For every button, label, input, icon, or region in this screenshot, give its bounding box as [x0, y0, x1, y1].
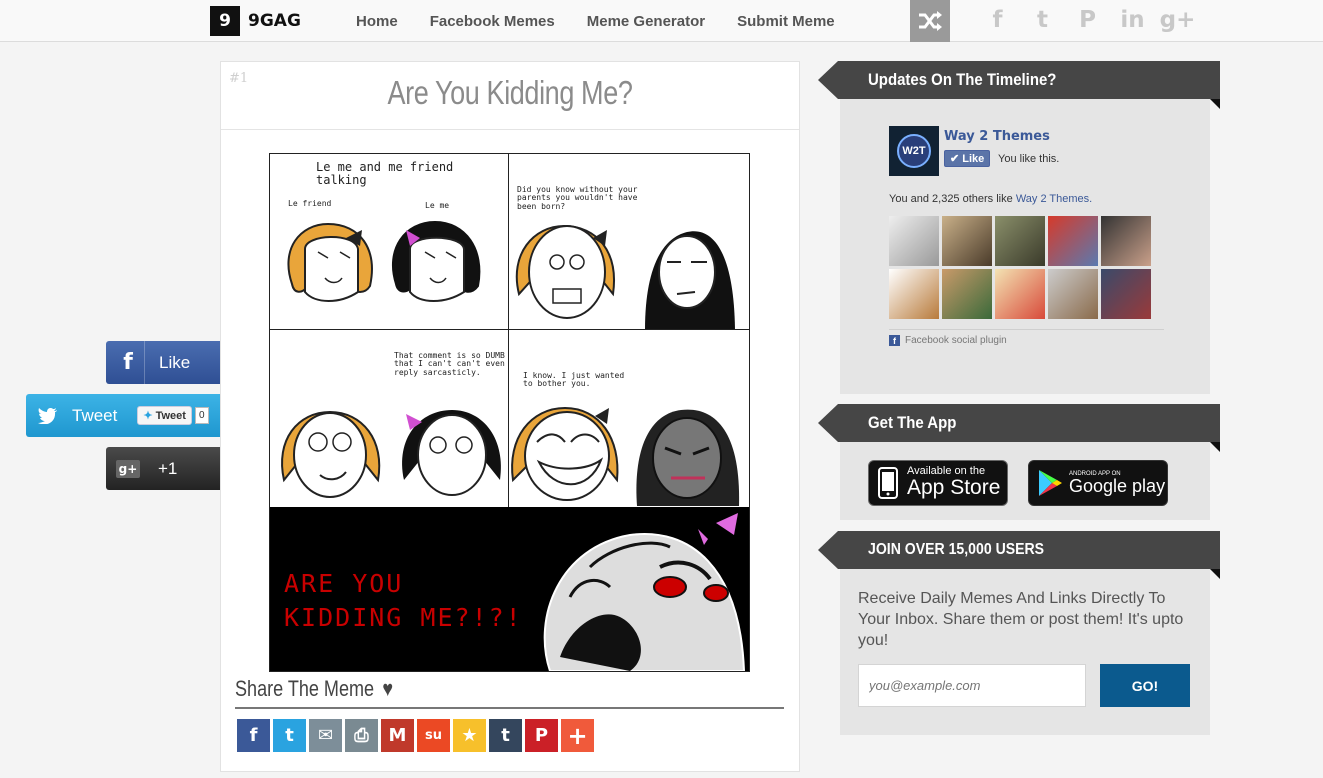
- facebook-share-button[interactable]: f: [237, 719, 270, 752]
- floating-plus-one-label: +1: [158, 458, 178, 478]
- facebook-icon: f: [889, 335, 900, 346]
- avatar[interactable]: [942, 269, 992, 319]
- twitter-bird-icon: [32, 407, 64, 424]
- pinterest-share-button[interactable]: P: [525, 719, 558, 752]
- facebook-like-button[interactable]: ✔ Like: [944, 150, 991, 167]
- divider: [221, 129, 799, 130]
- floating-tweet-label: Tweet: [72, 405, 118, 425]
- more-share-button[interactable]: +: [561, 719, 594, 752]
- comic-panel-5: ARE YOU KIDDING ME?!?!: [270, 507, 749, 671]
- widget-title: Updates On The Timeline?: [868, 70, 1057, 89]
- facebook-page-name[interactable]: Way 2 Themes: [944, 129, 1050, 144]
- logo-mark-icon: 9: [210, 6, 240, 36]
- shuffle-button[interactable]: [910, 0, 950, 42]
- tweet-mini-button[interactable]: ✦ Tweet: [137, 406, 192, 425]
- app-store-button[interactable]: Available on the App Store: [868, 460, 1008, 506]
- google-plus-icon[interactable]: g+: [1155, 7, 1200, 33]
- post-number: #1: [229, 71, 249, 86]
- avatar[interactable]: [995, 216, 1045, 266]
- google-plus-icon: g+: [112, 459, 144, 478]
- newsletter-description: Receive Daily Memes And Links Directly T…: [858, 590, 1184, 649]
- meme-image[interactable]: Le me and me friend talking Le friend Le…: [269, 153, 750, 672]
- floating-google-plus-button[interactable]: g+ +1: [106, 447, 220, 490]
- share-buttons-row: f t ✉ ⎙ M su ★ t P +: [237, 719, 597, 752]
- avatar[interactable]: [995, 269, 1045, 319]
- twitter-share-button[interactable]: t: [273, 719, 306, 752]
- main-nav: Home Facebook Memes Meme Generator Submi…: [340, 0, 851, 42]
- shuffle-icon: [919, 11, 942, 31]
- widget-header: Get The App: [818, 404, 1220, 452]
- pinterest-icon[interactable]: P: [1065, 7, 1110, 33]
- avatar[interactable]: [1101, 269, 1151, 319]
- top-navbar: 9 9GAG Home Facebook Memes Meme Generato…: [0, 0, 1323, 42]
- avatar[interactable]: [942, 216, 992, 266]
- tweet-count: 0: [194, 407, 209, 424]
- comic-panel-3: That comment is so DUMB that I can't can…: [270, 330, 509, 507]
- nav-meme-generator[interactable]: Meme Generator: [571, 13, 721, 30]
- comic-panel-4: I know. I just wanted to bother you.: [509, 330, 749, 507]
- facebook-page-avatar[interactable]: W2T: [889, 126, 939, 176]
- linkedin-icon[interactable]: in: [1110, 7, 1155, 33]
- divider: [144, 341, 145, 384]
- favorite-share-button[interactable]: ★: [453, 719, 486, 752]
- google-play-icon: [1039, 470, 1062, 496]
- avatar[interactable]: [1048, 269, 1098, 319]
- nav-submit-meme[interactable]: Submit Meme: [721, 13, 851, 30]
- twitter-bird-icon: ✦: [143, 410, 153, 422]
- heart-icon: ♥: [382, 676, 394, 701]
- email-share-button[interactable]: ✉: [309, 719, 342, 752]
- comic-panel-1: Le me and me friend talking Le friend Le…: [270, 154, 509, 330]
- stumbleupon-share-button[interactable]: su: [417, 719, 450, 752]
- likes-count-text: You and 2,325 others like Way 2 Themes.: [889, 193, 1093, 205]
- facebook-icon: f: [123, 350, 133, 375]
- rage-faces-drawing: [515, 224, 735, 329]
- tumblr-share-button[interactable]: t: [489, 719, 522, 752]
- rage-face-drawing: [543, 513, 746, 671]
- gmail-share-button[interactable]: M: [381, 719, 414, 752]
- twitter-icon[interactable]: t: [1020, 7, 1065, 33]
- avatar[interactable]: [889, 216, 939, 266]
- widget-header: JOIN OVER 15,000 USERS: [818, 531, 1220, 579]
- fan-avatars-grid: [889, 216, 1154, 322]
- you-like-text: You like this.: [998, 153, 1060, 165]
- w2t-logo-icon: W2T: [897, 134, 931, 168]
- avatar[interactable]: [1048, 216, 1098, 266]
- site-logo[interactable]: 9 9GAG: [210, 6, 301, 36]
- google-play-button[interactable]: ANDROID APP ON Google play: [1028, 460, 1168, 506]
- post-title[interactable]: Are You Kidding Me?: [273, 74, 747, 112]
- rage-faces-drawing: [287, 220, 481, 302]
- widget-title: JOIN OVER 15,000 USERS: [868, 541, 1045, 558]
- share-heading: Share The Meme ♥: [235, 676, 394, 701]
- avatar[interactable]: [889, 269, 939, 319]
- rage-faces-drawing: [281, 410, 501, 498]
- floating-like-label: Like: [159, 352, 191, 372]
- floating-tweet-button[interactable]: Tweet ✦ Tweet 0: [26, 394, 220, 437]
- nav-facebook-memes[interactable]: Facebook Memes: [414, 13, 571, 30]
- tweet-mini-label: Tweet: [155, 409, 186, 422]
- comic-panel-2: Did you know without your parents you wo…: [509, 154, 749, 330]
- email-input[interactable]: [858, 664, 1086, 707]
- facebook-icon[interactable]: f: [975, 7, 1020, 33]
- widget-header: Updates On The Timeline?: [818, 61, 1220, 109]
- page-link[interactable]: Way 2 Themes.: [1016, 193, 1092, 205]
- meme-post-card: #1 Are You Kidding Me? Le me and me frie…: [220, 61, 800, 772]
- divider: [889, 329, 1164, 330]
- phone-icon: [878, 467, 898, 499]
- subscribe-button[interactable]: GO!: [1100, 664, 1190, 707]
- floating-facebook-like-button[interactable]: f Like: [106, 341, 220, 384]
- print-share-button[interactable]: ⎙: [345, 719, 378, 752]
- avatar[interactable]: [1101, 216, 1151, 266]
- check-icon: ✔: [950, 153, 963, 165]
- rage-faces-drawing: [511, 406, 740, 506]
- logo-text: 9GAG: [248, 11, 301, 31]
- divider: [235, 707, 784, 709]
- header-social-links: f t P in g+: [975, 7, 1200, 33]
- widget-title: Get The App: [868, 413, 957, 432]
- facebook-social-plugin-label[interactable]: f Facebook social plugin: [889, 335, 1007, 346]
- nav-home[interactable]: Home: [340, 13, 414, 30]
